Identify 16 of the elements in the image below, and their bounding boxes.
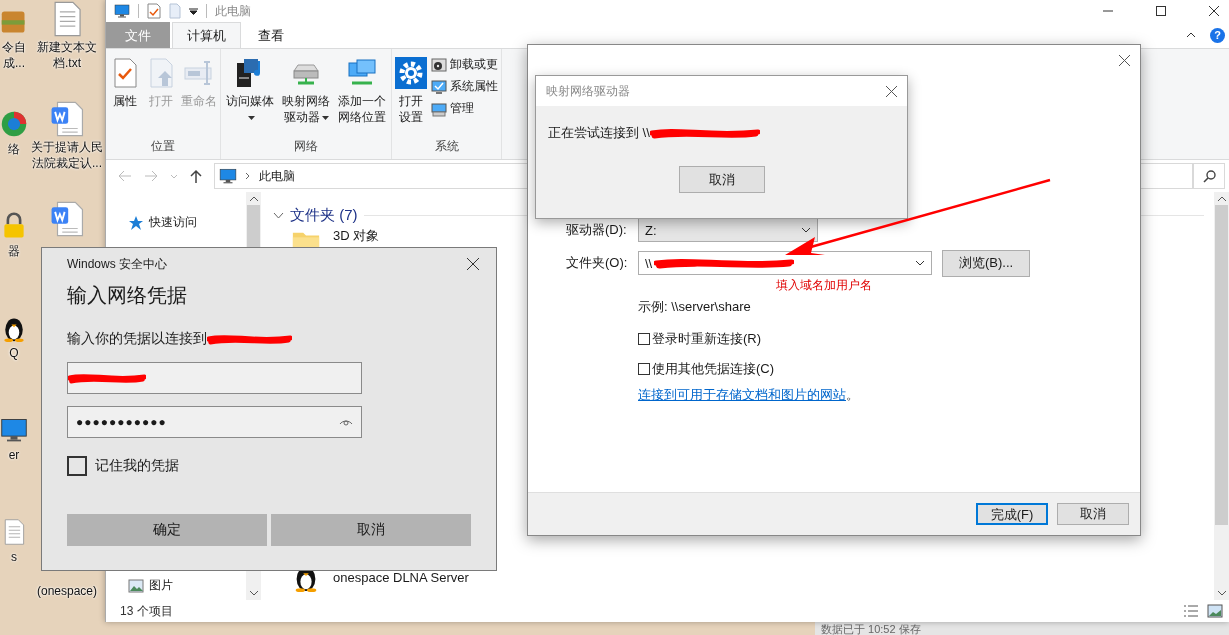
dialog-title: 输入网络凭据 [67, 283, 188, 308]
prompt-text: 输入你的凭据以连接到 [67, 330, 207, 348]
ribbon-group-label: 位置 [150, 138, 176, 155]
dialog-app-name: Windows 安全中心 [67, 255, 167, 273]
example-text: 示例: \\server\share [638, 298, 752, 316]
drive-label: 驱动器(D): [566, 221, 628, 239]
ribbon-group-label: 系统 [433, 138, 460, 155]
link-suffix: 。 [846, 387, 859, 402]
item-count: 13 个项目 [120, 602, 173, 620]
ribbon-group-label: 网络 [293, 138, 319, 155]
window-title: 此电脑 [215, 2, 251, 20]
annotation-note: 填入域名加用户名 [776, 277, 873, 294]
dialog-title: 映射网络驱动器 [546, 82, 630, 100]
folder-label: 文件夹(O): [566, 254, 628, 272]
connecting-message: 正在尝试连接到 \\ [548, 124, 650, 142]
save-status-text: 数据已于 10:52 保存 [821, 622, 921, 635]
